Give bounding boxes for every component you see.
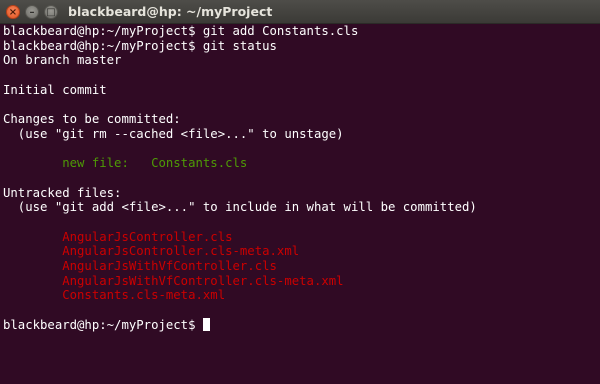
untracked-file-line: Constants.cls-meta.xml [3,288,226,303]
prompt-line[interactable]: blackbeard@hp:~/myProject$ [3,317,600,333]
terminal-line: Untracked files: [3,185,122,200]
terminal-line: blackbeard@hp:~/myProject$ git add Const… [3,24,359,38]
minimize-button[interactable]: – [25,5,39,19]
terminal-line: Initial commit [3,82,107,97]
prompt-text: blackbeard@hp:~/myProject$ [3,317,203,332]
title-bar[interactable]: × – □ blackbeard@hp: ~/myProject [0,0,600,24]
terminal-line: Changes to be committed: [3,112,181,127]
maximize-button[interactable]: □ [44,5,58,19]
terminal-output[interactable]: blackbeard@hp:~/myProject$ git add Const… [0,24,600,384]
terminal-line: (use "git rm --cached <file>..." to unst… [3,126,344,141]
close-button[interactable]: × [6,5,20,19]
untracked-file-line: AngularJsController.cls [3,229,233,244]
untracked-file-line: AngularJsWithVfController.cls-meta.xml [3,273,344,288]
terminal-window: × – □ blackbeard@hp: ~/myProject blackbe… [0,0,600,384]
untracked-file-line: AngularJsController.cls-meta.xml [3,244,300,259]
window-title: blackbeard@hp: ~/myProject [68,4,273,19]
terminal-line: blackbeard@hp:~/myProject$ git status [3,38,277,53]
terminal-line: On branch master [3,53,122,68]
text-cursor [202,317,210,331]
terminal-line: (use "git add <file>..." to include in w… [3,200,477,215]
staged-file-line: new file: Constants.cls [3,156,248,171]
untracked-file-line: AngularJsWithVfController.cls [3,259,277,273]
